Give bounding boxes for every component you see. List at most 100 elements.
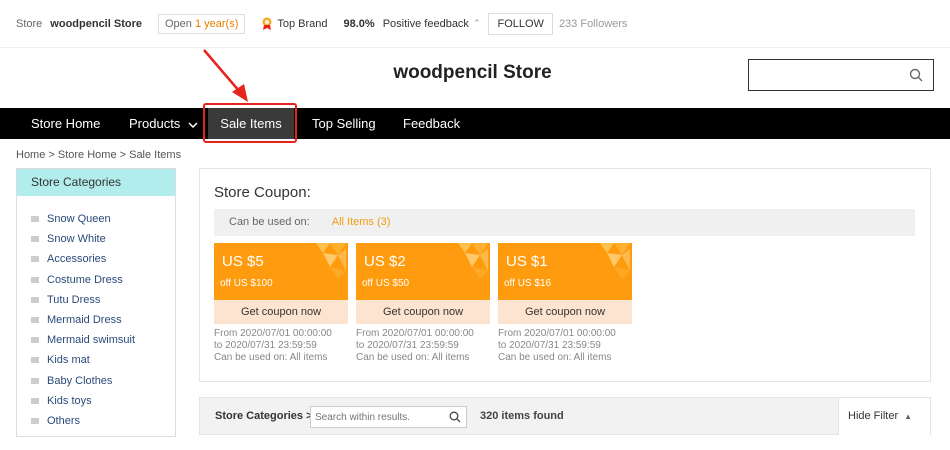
coupon-amount: US $1 <box>506 253 548 270</box>
category-label: Costume Dress <box>47 273 123 286</box>
coupon-usable-on: Can be used on: All items <box>356 352 470 363</box>
bullet-icon <box>31 296 39 303</box>
search-icon[interactable] <box>909 68 923 82</box>
category-item[interactable]: Accessories <box>17 249 175 269</box>
coupon-card: US $2 off US $50 Get coupon now From 202… <box>356 243 490 364</box>
category-label: Mermaid swimsuit <box>47 334 136 347</box>
nav-products[interactable]: Products <box>129 108 198 139</box>
category-item[interactable]: Kids mat <box>17 350 175 370</box>
coupon-filter-bar: Can be used on: All Items (3) <box>214 209 915 236</box>
coupon-validity: From 2020/07/01 00:00:00 to 2020/07/31 2… <box>498 328 632 364</box>
breadcrumb[interactable]: Home > Store Home > Sale Items <box>16 149 181 161</box>
open-years: 1 year(s) <box>194 17 239 30</box>
store-name-link[interactable]: woodpencil Store <box>50 18 142 30</box>
results-search-box[interactable] <box>310 406 467 428</box>
category-label: Accessories <box>47 253 107 266</box>
medal-icon <box>262 17 272 30</box>
hide-filter-button[interactable]: Hide Filter ▲ <box>838 398 930 435</box>
feedback-percent: 98.0% <box>343 17 375 30</box>
annotation-arrow-icon <box>203 49 248 102</box>
category-item[interactable]: Mermaid swimsuit <box>17 330 175 350</box>
search-icon[interactable] <box>449 411 461 423</box>
category-label: Kids toys <box>47 394 92 407</box>
coupon-face: US $5 off US $100 <box>214 243 348 300</box>
store-info-bar: Store woodpencil Store Open 1 year(s) To… <box>0 0 950 48</box>
store-search-box[interactable] <box>748 59 934 91</box>
bullet-icon <box>31 236 39 243</box>
category-list: Snow Queen Snow White Accessories Costum… <box>17 196 175 431</box>
category-item[interactable]: Costume Dress <box>17 270 175 290</box>
coupon-decoration-icon <box>316 243 346 279</box>
annotation-highlight-box <box>203 103 297 143</box>
coupon-to-date: to 2020/07/31 23:59:59 <box>214 340 317 351</box>
coupon-usable-on: Can be used on: All items <box>498 352 612 363</box>
coupon-condition: off US $50 <box>362 278 410 289</box>
results-search-input[interactable] <box>311 407 441 427</box>
nav-feedback[interactable]: Feedback <box>403 108 460 139</box>
category-item[interactable]: Baby Clothes <box>17 371 175 391</box>
category-label: Snow White <box>47 233 106 246</box>
coupon-face: US $1 off US $16 <box>498 243 632 300</box>
store-categories-sidebar: Store Categories Snow Queen Snow White A… <box>16 168 176 437</box>
sidebar-title: Store Categories <box>17 169 175 196</box>
coupon-to-date: to 2020/07/31 23:59:59 <box>498 340 601 351</box>
follow-button[interactable]: FOLLOW <box>488 12 553 35</box>
coupon-decoration-icon <box>458 243 488 279</box>
coupon-face: US $2 off US $50 <box>356 243 490 300</box>
coupon-from-date: From 2020/07/01 00:00:00 <box>356 328 474 339</box>
hide-filter-label: Hide Filter <box>848 410 899 422</box>
get-coupon-button[interactable]: Get coupon now <box>356 300 490 324</box>
items-found-count: 320 items found <box>480 410 564 422</box>
caret-up-icon: ▲ <box>904 412 913 421</box>
top-brand-label: Top Brand <box>277 17 328 30</box>
coupon-from-date: From 2020/07/01 00:00:00 <box>498 328 616 339</box>
bullet-icon <box>31 397 39 404</box>
bullet-icon <box>31 337 39 344</box>
bullet-icon <box>31 357 39 364</box>
caret-up-icon[interactable]: ⌃ <box>473 18 481 29</box>
used-on-label: Can be used on: <box>229 216 310 228</box>
category-label: Baby Clothes <box>47 374 113 387</box>
store-coupon-panel: Store Coupon: Can be used on: All Items (… <box>199 168 931 382</box>
all-items-link[interactable]: All Items (3) <box>332 216 391 228</box>
bullet-icon <box>31 417 39 424</box>
category-item[interactable]: Tutu Dress <box>17 290 175 310</box>
bullet-icon <box>31 216 39 223</box>
store-label: Store <box>16 17 43 30</box>
feedback-label: Positive feedback <box>382 17 469 30</box>
coupon-decoration-icon <box>600 243 630 279</box>
coupon-title: Store Coupon: <box>214 184 311 201</box>
bullet-icon <box>31 377 39 384</box>
bullet-icon <box>31 256 39 263</box>
category-item[interactable]: Snow Queen <box>17 209 175 229</box>
coupon-condition: off US $16 <box>504 278 552 289</box>
filter-categories-link[interactable]: Store Categories > <box>215 410 313 422</box>
get-coupon-button[interactable]: Get coupon now <box>214 300 348 324</box>
coupon-validity: From 2020/07/01 00:00:00 to 2020/07/31 2… <box>356 328 490 364</box>
coupon-amount: US $5 <box>222 253 264 270</box>
bullet-icon <box>31 317 39 324</box>
top-brand-badge: Top Brand <box>261 17 328 31</box>
category-item[interactable]: Mermaid Dress <box>17 310 175 330</box>
store-search-input[interactable] <box>749 60 899 90</box>
get-coupon-button[interactable]: Get coupon now <box>498 300 632 324</box>
coupon-to-date: to 2020/07/31 23:59:59 <box>356 340 459 351</box>
category-label: Mermaid Dress <box>47 314 122 327</box>
category-label: Tutu Dress <box>47 293 101 306</box>
category-item[interactable]: Others <box>17 411 175 431</box>
followers-count: 233 Followers <box>558 17 628 30</box>
open-prefix: Open <box>164 17 195 30</box>
category-label: Snow Queen <box>47 213 111 226</box>
coupon-card: US $1 off US $16 Get coupon now From 202… <box>498 243 632 364</box>
category-item[interactable]: Kids toys <box>17 391 175 411</box>
category-item[interactable]: Snow White <box>17 229 175 249</box>
results-filter-bar: Store Categories > 320 items found Hide … <box>199 397 931 435</box>
nav-store-home[interactable]: Store Home <box>31 108 100 139</box>
coupon-condition: off US $100 <box>220 278 273 289</box>
chevron-down-icon <box>188 122 198 128</box>
open-duration-badge: Open 1 year(s) <box>157 13 246 34</box>
store-nav-bar: Store Home Products Sale Items Top Selli… <box>0 108 950 139</box>
category-label: Others <box>47 414 81 427</box>
category-label: Kids mat <box>47 354 90 367</box>
nav-top-selling[interactable]: Top Selling <box>312 108 376 139</box>
